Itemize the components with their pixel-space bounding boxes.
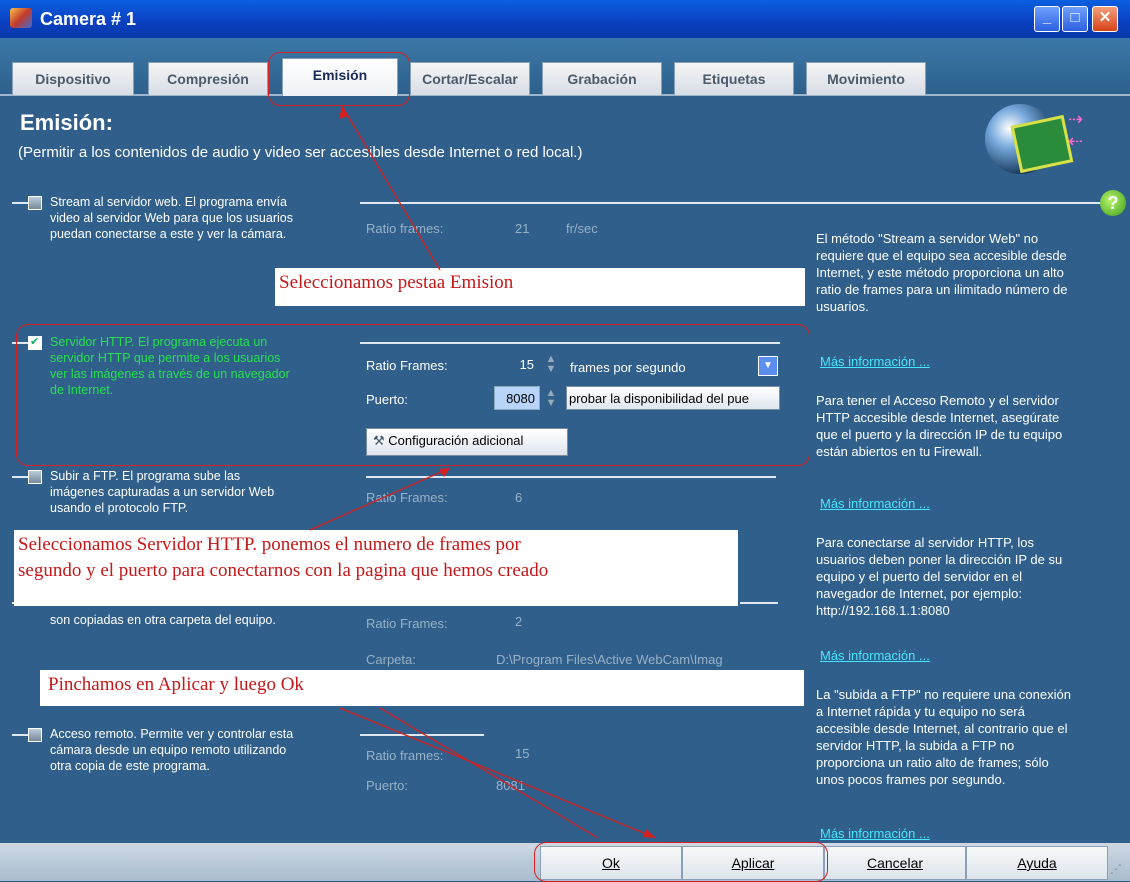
arrow-head — [643, 829, 656, 838]
arrow-line — [341, 105, 441, 271]
arrow-line — [309, 467, 451, 531]
arrow-line — [379, 707, 599, 839]
annotation-arrows — [309, 105, 657, 839]
arrow-line — [339, 707, 657, 839]
